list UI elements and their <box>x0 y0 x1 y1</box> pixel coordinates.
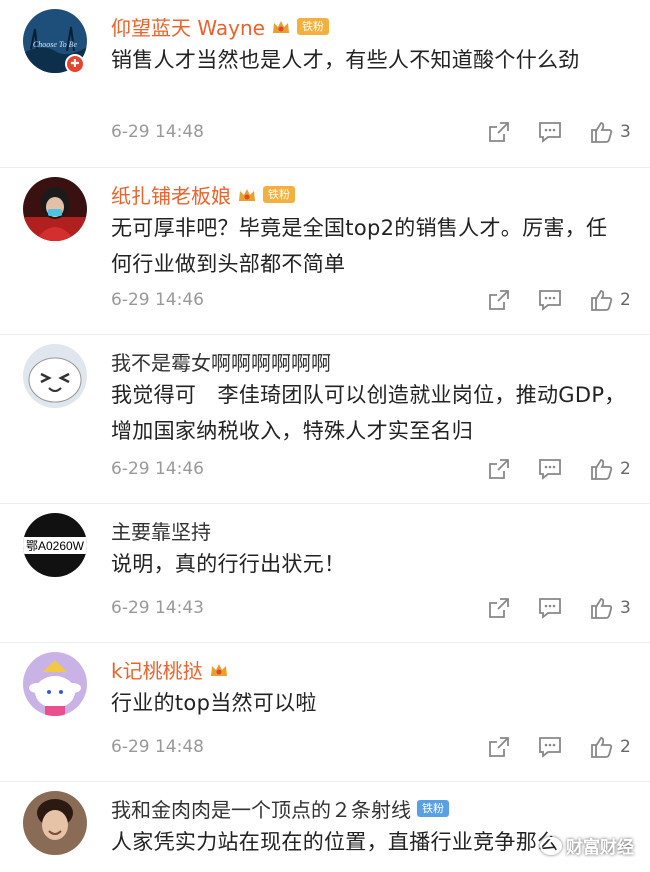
share-button[interactable] <box>488 736 510 758</box>
like-count: 3 <box>620 122 631 142</box>
comment-icon <box>539 122 561 143</box>
avatar[interactable] <box>23 791 87 855</box>
avatar[interactable]: 鄂A0260W <box>23 513 87 577</box>
avatar[interactable] <box>23 177 87 241</box>
like-button[interactable]: 2 <box>590 288 632 312</box>
crown-icon <box>272 20 289 33</box>
fan-badge: 铁粉 <box>296 18 329 35</box>
comment-button[interactable] <box>538 458 562 480</box>
share-button[interactable] <box>488 597 510 619</box>
share-icon <box>489 290 509 310</box>
wechat-icon <box>540 836 562 855</box>
share-icon <box>489 737 509 757</box>
watermark-text: 财富财经 <box>566 838 634 858</box>
like-count: 2 <box>620 737 631 757</box>
share-icon <box>489 122 509 142</box>
username[interactable]: 主要靠坚持 <box>111 516 211 545</box>
comment-text: 说明，真的行行出状元！ <box>111 552 346 576</box>
comment-text: 我觉得可 李佳琦团队可以创造就业岗位，推动GDP，增加国家纳税收入，特殊人才实至… <box>111 383 626 443</box>
comment-icon <box>539 598 561 619</box>
verified-badge-icon: ✚ <box>65 54 85 74</box>
watermark: 财富财经 <box>540 833 634 858</box>
fan-badge: 铁粉 <box>263 186 295 203</box>
like-button[interactable]: 2 <box>590 735 632 759</box>
comment-time: 6-29 14:46 <box>111 290 204 310</box>
thumbs-up-icon <box>591 459 613 480</box>
comment-time: 6-29 14:43 <box>111 598 204 618</box>
comment-item: 纸扎铺老板娘 铁粉 无可厚非吧？毕竟是全国top2的销售人才。厉害，任何行业做到… <box>0 168 650 335</box>
like-count: 2 <box>620 290 631 310</box>
comment-button[interactable] <box>538 736 562 758</box>
comment-icon <box>539 737 561 758</box>
like-count: 3 <box>620 598 631 618</box>
share-button[interactable] <box>488 289 510 311</box>
thumbs-up-icon <box>591 290 613 311</box>
like-button[interactable]: 3 <box>590 596 632 620</box>
comment-text: 无可厚非吧？毕竟是全国top2的销售人才。厉害，任何行业做到头部都不简单 <box>111 216 608 276</box>
comment-time: 6-29 14:46 <box>111 459 204 479</box>
crown-icon <box>210 663 227 676</box>
comment-time: 6-29 14:48 <box>111 122 204 142</box>
username[interactable]: 纸扎铺老板娘 <box>111 180 231 209</box>
fan-badge: 铁粉 <box>417 800 449 817</box>
comment-item: 鄂A0260W 主要靠坚持 说明，真的行行出状元！ 6-29 14:43 3 <box>0 504 650 643</box>
thumbs-up-icon <box>591 122 613 143</box>
avatar[interactable] <box>23 344 87 408</box>
comment-button[interactable] <box>538 121 562 143</box>
comment-item: k记桃桃挞 行业的top当然可以啦 6-29 14:48 2 <box>0 643 650 782</box>
comment-icon <box>539 459 561 480</box>
comment-button[interactable] <box>538 289 562 311</box>
username[interactable]: k记桃桃挞 <box>111 655 203 684</box>
thumbs-up-icon <box>591 598 613 619</box>
like-button[interactable]: 3 <box>590 120 632 144</box>
username[interactable]: 我和金肉肉是一个顶点的２条射线 <box>111 794 411 823</box>
avatar-caption: Choose To Be <box>33 40 78 49</box>
crown-icon <box>239 188 255 201</box>
username[interactable]: 仰望蓝天 Wayne <box>111 12 265 41</box>
comment-icon <box>539 290 561 311</box>
thumbs-up-icon <box>591 737 613 758</box>
comment-text: 行业的top当然可以啦 <box>111 691 317 715</box>
avatar-caption: 鄂A0260W <box>26 539 85 553</box>
comment-item: 我和金肉肉是一个顶点的２条射线 铁粉 人家凭实力站在现在的位置，直播行业竞争那么… <box>0 782 650 872</box>
avatar[interactable] <box>23 652 87 716</box>
share-button[interactable] <box>488 121 510 143</box>
comment-button[interactable] <box>538 597 562 619</box>
username[interactable]: 我不是霉女啊啊啊啊啊啊 <box>111 347 331 376</box>
comment-item: 我不是霉女啊啊啊啊啊啊 我觉得可 李佳琦团队可以创造就业岗位，推动GDP，增加国… <box>0 335 650 504</box>
like-count: 2 <box>620 459 631 479</box>
share-icon <box>489 459 509 479</box>
share-icon <box>489 598 509 618</box>
comment-text: 销售人才当然也是人才，有些人不知道酸个什么劲 <box>111 48 580 72</box>
comment-time: 6-29 14:48 <box>111 737 204 757</box>
share-button[interactable] <box>488 458 510 480</box>
like-button[interactable]: 2 <box>590 457 632 481</box>
comment-item: Choose To Be ✚ 仰望蓝天 Wayne 铁粉 销售人才当然也是人才，… <box>0 0 650 168</box>
